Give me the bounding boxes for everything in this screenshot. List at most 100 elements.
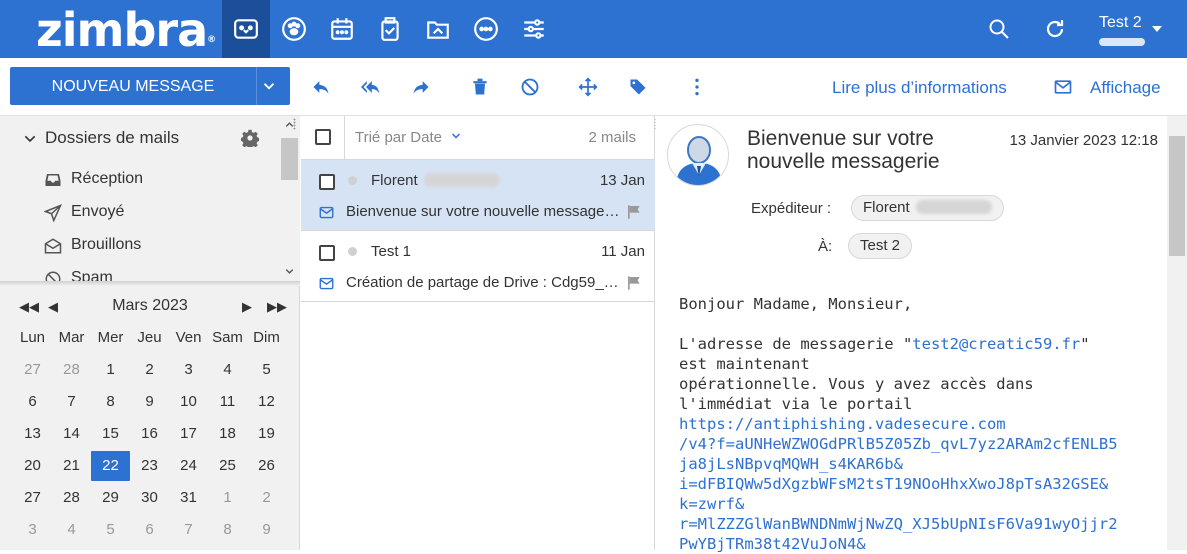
url-line[interactable]: i=dFBIQWw5dXgzbWFsM2tsT19NOoHhxXwoJ8pTsA…	[679, 474, 1149, 494]
calendar-day[interactable]: 9	[130, 387, 169, 417]
calendar-day[interactable]: 1	[91, 355, 130, 385]
chevron-down-icon[interactable]	[22, 131, 38, 147]
calendar-day[interactable]: 2	[247, 483, 286, 513]
body-line: est maintenant	[679, 355, 810, 373]
calendar-day[interactable]: 3	[13, 515, 52, 545]
portal-link[interactable]: https://antiphishing.vadesecure.com/v4?f…	[679, 414, 1149, 554]
next-month-button[interactable]: ▶	[242, 299, 252, 315]
url-line[interactable]: k=zwrf&	[679, 494, 1149, 514]
calendar-day[interactable]: 19	[247, 419, 286, 449]
message-row[interactable]: Test 1 11 Jan Création de partage de Dri…	[301, 231, 655, 302]
tag-icon[interactable]	[628, 77, 648, 97]
url-line[interactable]: https://antiphishing.vadesecure.com	[679, 414, 1149, 434]
url-line[interactable]: /v4?f=aUNHeWZWOGdPRlB5Z05Zb_qvL7yz2ARAm2…	[679, 434, 1149, 454]
calendar-day[interactable]: 26	[247, 451, 286, 481]
chat-app-tab[interactable]	[462, 0, 510, 58]
folders-header[interactable]: Dossiers de mails	[45, 128, 179, 148]
calendar-app-tab[interactable]	[318, 0, 366, 58]
flag-icon[interactable]	[626, 204, 642, 220]
calendar-day[interactable]: 2	[130, 355, 169, 385]
pane-resize-handle[interactable]	[293, 118, 296, 130]
calendar-day[interactable]: 24	[169, 451, 208, 481]
calendar-day[interactable]: 5	[247, 355, 286, 385]
user-name[interactable]: Test 2	[1099, 14, 1142, 32]
calendar-day[interactable]: 28	[52, 483, 91, 513]
scroll-down-icon[interactable]	[284, 266, 295, 277]
calendar-day[interactable]: 5	[91, 515, 130, 545]
new-message-button[interactable]: NOUVEAU MESSAGE	[10, 67, 290, 105]
refresh-icon[interactable]	[1043, 17, 1067, 41]
more-options-icon[interactable]	[687, 77, 707, 97]
reader-scroll-thumb[interactable]	[1169, 136, 1185, 256]
tasks-app-tab[interactable]	[366, 0, 414, 58]
reply-icon[interactable]	[311, 77, 331, 97]
url-line[interactable]: ja8jLsNBpvqMQWH_s4KAR6b&	[679, 454, 1149, 474]
calendar-day[interactable]: 8	[208, 515, 247, 545]
calendar-day[interactable]: 25	[208, 451, 247, 481]
calendar-day[interactable]: 27	[13, 483, 52, 513]
calendar-day[interactable]: 16	[130, 419, 169, 449]
sort-dropdown[interactable]: Trié par Date	[355, 129, 462, 146]
calendar-day[interactable]: 7	[169, 515, 208, 545]
calendar-day[interactable]: 10	[169, 387, 208, 417]
search-icon[interactable]	[987, 17, 1011, 41]
gear-icon[interactable]	[241, 129, 259, 147]
calendar-day[interactable]: 29	[91, 483, 130, 513]
calendar-day[interactable]: 28	[52, 355, 91, 385]
calendar-day[interactable]: 1	[208, 483, 247, 513]
reply-all-icon[interactable]	[361, 77, 381, 97]
calendar-day[interactable]: 6	[13, 387, 52, 417]
calendar-day[interactable]: 4	[208, 355, 247, 385]
calendar-day[interactable]: 13	[13, 419, 52, 449]
zimbra-logo[interactable]: zimbra®	[36, 7, 216, 53]
calendar-day[interactable]: 23	[130, 451, 169, 481]
calendar-day[interactable]: 18	[208, 419, 247, 449]
weekday-label: Sam	[212, 329, 243, 346]
calendar-day[interactable]: 8	[91, 387, 130, 417]
recipient-chip[interactable]: Test 2	[848, 233, 913, 259]
calendar-day[interactable]: 15	[91, 419, 130, 449]
calendar-day[interactable]: 6	[130, 515, 169, 545]
calendar-day[interactable]: 11	[208, 387, 247, 417]
logo-text: zimbra	[36, 3, 208, 57]
next-year-button[interactable]: ▶▶	[267, 299, 287, 315]
folders-scroll-thumb[interactable]	[281, 138, 298, 180]
calendar-day[interactable]: 7	[52, 387, 91, 417]
view-menu-button[interactable]: Affichage	[1090, 78, 1161, 98]
unread-dot[interactable]	[348, 247, 357, 256]
trash-icon[interactable]	[470, 77, 490, 97]
message-checkbox[interactable]	[319, 174, 335, 190]
calendar-day[interactable]: 4	[52, 515, 91, 545]
calendar-day[interactable]: 27	[13, 355, 52, 385]
preferences-app-tab[interactable]	[510, 0, 558, 58]
message-checkbox[interactable]	[319, 245, 335, 261]
email-link[interactable]: test2@creatic59.fr	[912, 335, 1080, 353]
move-icon[interactable]	[578, 77, 598, 97]
calendar-day[interactable]: 21	[52, 451, 91, 481]
forward-icon[interactable]	[411, 77, 431, 97]
chevron-down-icon[interactable]	[260, 77, 278, 95]
calendar-day[interactable]: 17	[169, 419, 208, 449]
more-info-link[interactable]: Lire plus d’informations	[832, 78, 1007, 98]
message-row[interactable]: Florent 13 Jan Bienvenue sur votre nouve…	[301, 160, 655, 231]
view-envelope-icon[interactable]	[1053, 77, 1073, 97]
mail-app-tab[interactable]	[222, 0, 270, 58]
url-line[interactable]: r=MlZZZGlWanBWNDNmWjNwZQ_XJ5bUpNIsF6Va91…	[679, 514, 1149, 534]
sender-chip[interactable]: Florent	[851, 195, 1004, 221]
flag-icon[interactable]	[626, 275, 642, 291]
calendar-day-today[interactable]: 22	[91, 451, 130, 481]
unread-dot[interactable]	[348, 176, 357, 185]
url-line[interactable]: PwYBjTRm38t42VuJoN4&	[679, 534, 1149, 554]
calendar-day[interactable]: 14	[52, 419, 91, 449]
block-icon[interactable]	[520, 77, 540, 97]
drive-app-tab[interactable]	[414, 0, 462, 58]
contacts-app-tab[interactable]	[270, 0, 318, 58]
calendar-day[interactable]: 12	[247, 387, 286, 417]
calendar-day[interactable]: 20	[13, 451, 52, 481]
select-all-checkbox[interactable]	[315, 129, 331, 145]
calendar-day[interactable]: 3	[169, 355, 208, 385]
user-menu-caret-icon[interactable]	[1152, 26, 1162, 32]
calendar-day[interactable]: 9	[247, 515, 286, 545]
calendar-day[interactable]: 31	[169, 483, 208, 513]
calendar-day[interactable]: 30	[130, 483, 169, 513]
